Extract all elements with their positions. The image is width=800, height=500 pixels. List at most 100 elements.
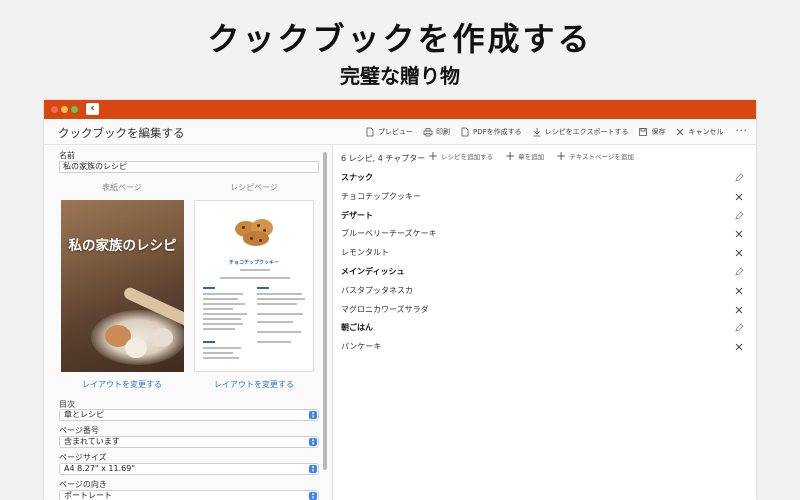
name-field[interactable]: 私の家族のレシピ [59, 161, 319, 173]
title-bar: ‹ [44, 100, 756, 119]
create-pdf-button[interactable]: PDFを作成する [460, 127, 522, 137]
document-icon [366, 127, 374, 136]
chapter-title: デザート [341, 210, 373, 220]
page-size-label: ページサイズ [59, 453, 107, 462]
export-recipes-label: レシピをエクスポートする [544, 127, 629, 136]
chapter-row[interactable]: 朝ごはん [341, 319, 744, 337]
promo-subheadline: 完璧な贈り物 [340, 64, 460, 88]
text-line [203, 328, 235, 330]
add-text-page-label: テキストページを追加 [569, 153, 634, 161]
more-icon[interactable]: ··· [735, 126, 748, 137]
promo-headline: クックブックを作成する [207, 20, 593, 58]
recipe-title: チョコチップクッキー [341, 191, 421, 201]
orientation-select[interactable]: ポートレート ▴ ▾ [59, 490, 319, 500]
chapter-title: メインディッシュ [341, 267, 405, 276]
chocolate-chip [263, 229, 266, 232]
orientation-label: ページの向き [59, 480, 107, 489]
chevron-left-icon: ‹ [90, 103, 95, 114]
recipe-title: パスタプッタネスカ [341, 285, 413, 295]
save-button[interactable]: 保存 [638, 127, 665, 137]
settings-pane: 名前 私の家族のレシピ 表紙ページ レシピページ 私の家族のレシピ チョコチップ… [44, 145, 332, 500]
print-button[interactable]: 印刷 [423, 127, 450, 137]
text-line [203, 352, 233, 354]
text-line [203, 341, 215, 343]
toc-select[interactable]: 章とレシピ ▴ ▾ [59, 409, 319, 421]
page-number-label: ページ番号 [59, 426, 99, 435]
cover-change-layout-link[interactable]: レイアウトを変更する [62, 379, 182, 390]
name-label: 名前 [59, 151, 75, 160]
recipe-page-preview[interactable]: チョコチップクッキー [194, 200, 314, 372]
chevron-updown-icon: ▴ ▾ [309, 492, 317, 500]
close-icon [677, 128, 684, 135]
chocolate-chip [250, 237, 253, 240]
text-line [257, 287, 269, 289]
cover-page-preview[interactable]: 私の家族のレシピ [61, 200, 184, 372]
pdf-icon [461, 127, 469, 136]
text-line [203, 323, 243, 325]
text-line [203, 293, 243, 295]
text-line [240, 269, 270, 271]
text-line [257, 298, 305, 300]
text-line [203, 287, 215, 289]
orientation-select-value: ポートレート [64, 491, 112, 500]
recipe-row[interactable]: パスタプッタネスカ [341, 282, 744, 300]
chapter-row[interactable]: スナック [341, 169, 744, 187]
page-number-select[interactable]: 含まれています ▴ ▾ [59, 436, 319, 448]
toolbar-title: クックブックを編集する [58, 126, 185, 140]
close-window-button[interactable] [51, 106, 58, 113]
recipe-row[interactable]: マグロニカワーズサラダ [341, 301, 744, 319]
text-line [257, 321, 293, 323]
text-line [257, 303, 297, 305]
page-size-select-value: A4 8.27" x 11.69" [64, 464, 135, 473]
toolbar-actions: プレビュー 印刷 PDFを作成する レシピをエクスポートする 保存 キャンセル [355, 126, 748, 137]
chocolate-chip [257, 224, 260, 227]
export-recipes-button[interactable]: レシピをエクスポートする [532, 127, 629, 137]
recipe-title: パンケーキ [341, 342, 382, 352]
cookie-image [243, 231, 269, 246]
add-text-page-button[interactable]: + テキストページを追加 [556, 150, 634, 162]
recipe-row[interactable]: パンケーキ [341, 338, 744, 356]
text-line [203, 308, 233, 310]
minimize-window-button[interactable] [61, 106, 68, 113]
page-size-select[interactable]: A4 8.27" x 11.69" ▴ ▾ [59, 463, 319, 475]
recipe-row[interactable]: レモンタルト [341, 244, 744, 262]
add-recipe-label: レシピを追加する [441, 153, 494, 161]
back-button[interactable]: ‹ [86, 103, 99, 115]
add-chapter-button[interactable]: + 章を追加 [505, 150, 544, 162]
recipe-page-header: レシピページ [230, 183, 278, 192]
text-line [203, 318, 241, 320]
save-label: 保存 [651, 127, 666, 136]
toc-select-value: 章とレシピ [64, 410, 104, 419]
recipe-row[interactable]: ブルーベリーチーズケーキ [341, 225, 744, 243]
egg-graphic [125, 338, 147, 358]
chocolate-chip [242, 226, 245, 229]
chevron-updown-icon: ▴ ▾ [309, 411, 317, 420]
text-line [257, 313, 303, 315]
chevron-updown-icon: ▴ ▾ [309, 465, 317, 474]
cancel-label: キャンセル [688, 127, 724, 136]
add-recipe-button[interactable]: + レシピを追加する [428, 149, 494, 163]
plus-icon: + [428, 149, 439, 163]
recipe-row[interactable]: チョコチップクッキー [341, 188, 744, 206]
print-label: 印刷 [436, 127, 451, 136]
page-number-select-value: 含まれています [64, 437, 120, 446]
cover-page-header: 表紙ページ [102, 183, 142, 192]
chapter-row[interactable]: メインディッシュ [341, 263, 744, 281]
chapter-row[interactable]: デザート [341, 207, 744, 225]
recipe-change-layout-link[interactable]: レイアウトを変更する [194, 379, 314, 390]
chevron-updown-icon: ▴ ▾ [309, 438, 317, 447]
text-line [203, 347, 241, 349]
chapter-title: スナック [341, 173, 373, 182]
toolbar: クックブックを編集する プレビュー 印刷 PDFを作成する レシピをエクスポート… [44, 119, 756, 145]
app-window: ‹ クックブックを編集する プレビュー 印刷 PDFを作成する レシピをエクスポ… [44, 100, 756, 500]
zoom-window-button[interactable] [71, 106, 78, 113]
download-icon [533, 127, 541, 136]
cancel-button[interactable]: キャンセル [675, 127, 723, 137]
text-line [203, 357, 239, 359]
preview-button[interactable]: プレビュー [365, 127, 413, 137]
recipe-title: マグロニカワーズサラダ [341, 304, 429, 314]
settings-scrollbar[interactable] [323, 152, 327, 470]
create-pdf-label: PDFを作成する [473, 127, 522, 136]
cover-title: 私の家族のレシピ [68, 238, 177, 254]
contents-summary: 6 レシピ, 4 チャプター [341, 154, 426, 163]
